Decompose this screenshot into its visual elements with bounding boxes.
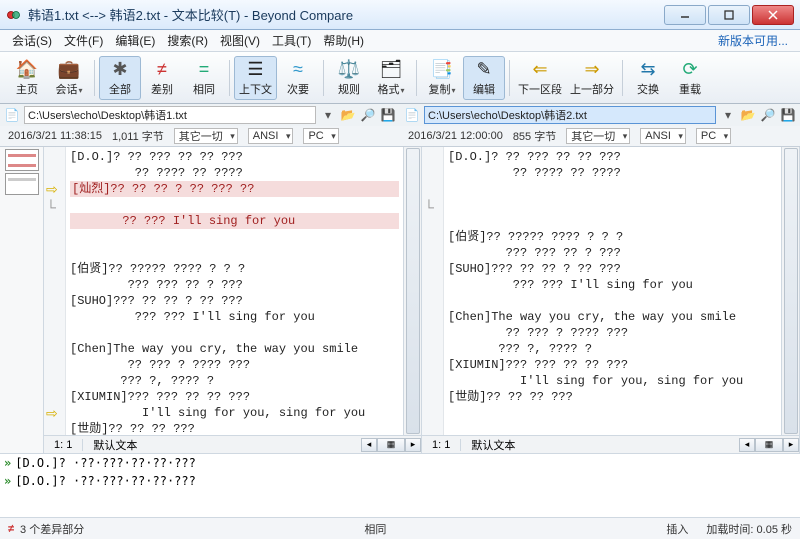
left-date: 2016/3/21 11:38:15 <box>8 130 102 142</box>
right-file-icon: 📄 <box>404 107 420 123</box>
left-lineend-combo[interactable]: PC <box>303 128 338 144</box>
edit-button[interactable]: ✎编辑 <box>463 56 505 100</box>
left-path-dropdown[interactable]: ▾ <box>320 107 336 123</box>
update-link[interactable]: 新版本可用... <box>714 30 792 51</box>
status-insert: 插入 <box>666 521 688 537</box>
right-scroll-thumb[interactable]: ▦ <box>755 438 783 452</box>
asterisk-icon: ✱ <box>109 59 131 81</box>
diff-button[interactable]: ≠差别 <box>141 56 183 100</box>
menu-view[interactable]: 视图(V) <box>216 30 264 51</box>
prev-section-button[interactable]: ⇒上一部分 <box>566 56 618 100</box>
status-load: 加载时间: 0.05 秒 <box>706 521 792 537</box>
minimize-button[interactable] <box>664 5 706 25</box>
left-save-button[interactable]: 💾 <box>380 107 396 123</box>
window-title: 韩语1.txt <--> 韩语2.txt - 文本比较(T) - Beyond … <box>28 5 662 24</box>
context-icon: ☰ <box>245 59 267 81</box>
context-button[interactable]: ☰上下文 <box>234 56 277 100</box>
all-button[interactable]: ✱全部 <box>99 56 141 100</box>
right-save-button[interactable]: 💾 <box>780 107 796 123</box>
format-button[interactable]: 🗂格式▾ <box>370 56 412 100</box>
menu-search[interactable]: 搜索(R) <box>163 30 212 51</box>
left-scroll-thumb[interactable]: ▦ <box>377 438 405 452</box>
merge-right-icon[interactable]: » <box>4 474 11 488</box>
copy-button[interactable]: 📑复制▾ <box>421 56 463 100</box>
minor-icon: ≈ <box>287 59 309 81</box>
left-open-button[interactable]: 📂 <box>340 107 356 123</box>
menu-edit[interactable]: 编辑(E) <box>111 30 159 51</box>
line-marker-icon: └ <box>424 199 434 215</box>
right-scroll-right[interactable]: ▸ <box>783 438 799 452</box>
arrow-right-icon: ⇒ <box>581 59 603 81</box>
menu-help[interactable]: 帮助(H) <box>319 30 368 51</box>
line-marker-icon: └ <box>46 199 56 215</box>
home-button[interactable]: 🏠主页 <box>6 56 48 100</box>
left-size: 1,011 字节 <box>112 128 164 144</box>
right-scroll-left[interactable]: ◂ <box>739 438 755 452</box>
rules-icon: ⚖️ <box>338 59 360 81</box>
swap-icon: ⇆ <box>637 59 659 81</box>
maximize-button[interactable] <box>708 5 750 25</box>
status-same: 相同 <box>364 521 386 537</box>
menu-session[interactable]: 会话(S) <box>8 30 56 51</box>
right-code-area[interactable]: [D.O.]? ?? ??? ?? ?? ??? ?? ???? ?? ????… <box>444 147 781 435</box>
next-section-button[interactable]: ⇐下一区段 <box>514 56 566 100</box>
right-size: 855 字节 <box>513 128 556 144</box>
diff-marker-icon: ⇨ <box>46 405 58 422</box>
thumbnail-left[interactable] <box>5 149 39 171</box>
home-icon: 🏠 <box>16 59 38 81</box>
app-icon <box>6 7 22 23</box>
equal-icon: = <box>193 59 215 81</box>
left-scroll-right[interactable]: ▸ <box>405 438 421 452</box>
not-equal-icon: ≠ <box>151 59 173 81</box>
left-encoding-combo[interactable]: ANSI <box>248 128 294 144</box>
left-path-input[interactable] <box>24 106 316 124</box>
same-button[interactable]: =相同 <box>183 56 225 100</box>
right-date: 2016/3/21 12:00:00 <box>408 130 503 142</box>
diff-status-icon: ≠ <box>8 523 14 535</box>
right-path-input[interactable] <box>424 106 716 124</box>
copy-icon: 📑 <box>431 59 453 81</box>
left-code-area[interactable]: [D.O.]? ?? ??? ?? ?? ??? ?? ???? ?? ????… <box>66 147 403 435</box>
left-pos: 1: 1 <box>44 439 83 451</box>
bottom-line-2: [D.O.]? ·??·???·??·??·??? <box>15 474 196 488</box>
right-browse-button[interactable]: 🔎 <box>760 107 776 123</box>
right-everything-combo[interactable]: 其它一切 <box>566 128 630 144</box>
bottom-line-1: [D.O.]? ·??·???·??·??·??? <box>15 456 196 470</box>
format-icon: 🗂 <box>380 59 402 81</box>
reload-icon: ⟳ <box>679 59 701 81</box>
left-mode: 默认文本 <box>83 437 361 453</box>
rules-button[interactable]: ⚖️规则 <box>328 56 370 100</box>
arrow-left-icon: ⇐ <box>529 59 551 81</box>
left-vscroll[interactable] <box>403 147 421 435</box>
swap-button[interactable]: ⇆交换 <box>627 56 669 100</box>
menu-tools[interactable]: 工具(T) <box>268 30 315 51</box>
diff-marker-icon: ⇨ <box>46 181 58 198</box>
reload-button[interactable]: ⟳重载 <box>669 56 711 100</box>
right-open-button[interactable]: 📂 <box>740 107 756 123</box>
briefcase-icon: 💼 <box>58 59 80 81</box>
status-diffs: 3 个差异部分 <box>20 521 84 537</box>
right-encoding-combo[interactable]: ANSI <box>640 128 686 144</box>
left-everything-combo[interactable]: 其它一切 <box>174 128 238 144</box>
close-button[interactable] <box>752 5 794 25</box>
left-scroll-left[interactable]: ◂ <box>361 438 377 452</box>
minor-button[interactable]: ≈次要 <box>277 56 319 100</box>
right-mode: 默认文本 <box>461 437 739 453</box>
session-button[interactable]: 💼会话▾ <box>48 56 90 100</box>
right-path-dropdown[interactable]: ▾ <box>720 107 736 123</box>
right-vscroll[interactable] <box>781 147 799 435</box>
left-browse-button[interactable]: 🔎 <box>360 107 376 123</box>
menu-file[interactable]: 文件(F) <box>60 30 107 51</box>
merge-right-icon[interactable]: » <box>4 456 11 470</box>
right-pos: 1: 1 <box>422 439 461 451</box>
left-file-icon: 📄 <box>4 107 20 123</box>
thumbnail-right[interactable] <box>5 173 39 195</box>
right-lineend-combo[interactable]: PC <box>696 128 731 144</box>
edit-icon: ✎ <box>473 59 495 81</box>
